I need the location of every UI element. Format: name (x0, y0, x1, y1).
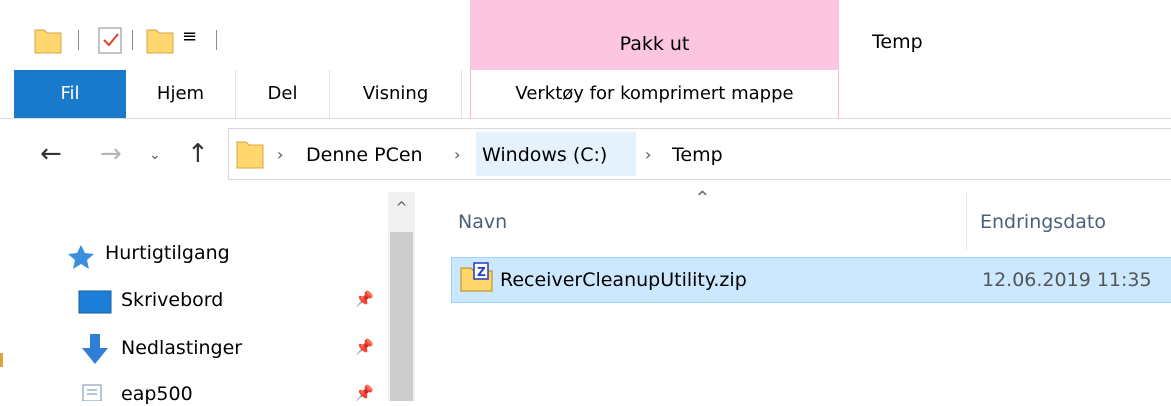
back-arrow-icon[interactable]: ← (40, 140, 62, 168)
nav-item-eap500[interactable]: eap500 (121, 382, 193, 406)
column-header-name[interactable]: Navn (458, 210, 507, 234)
folder-icon[interactable] (34, 26, 62, 54)
window-edge-marker (0, 353, 3, 367)
customize-dropdown-icon[interactable]: ≡ (182, 28, 197, 46)
sort-ascending-icon: ⌃ (694, 186, 711, 210)
nav-item-quick-access[interactable]: Hurtigtilgang (105, 241, 230, 265)
up-arrow-icon[interactable]: ↑ (187, 140, 209, 168)
forward-arrow-icon[interactable]: → (100, 140, 122, 168)
tab-file[interactable]: Fil (14, 70, 126, 118)
tab-compressed-folder-tools[interactable]: Verktøy for komprimert mappe (470, 70, 839, 118)
tab-home[interactable]: Hjem (126, 70, 236, 118)
scroll-up-arrow-icon[interactable]: ^ (388, 200, 415, 216)
toolbar-separator (78, 30, 79, 50)
tab-share[interactable]: Del (236, 70, 330, 118)
nav-item-downloads[interactable]: Nedlastinger (121, 336, 242, 360)
properties-icon[interactable] (98, 25, 124, 55)
file-modified-date: 12.06.2019 11:35 (982, 269, 1152, 291)
breadcrumb-temp[interactable]: Temp (672, 143, 723, 167)
zip-folder-icon: Z (460, 262, 493, 292)
tab-view[interactable]: Visning (330, 70, 462, 118)
breadcrumb-separator[interactable]: › (454, 144, 460, 166)
context-tab-title: Pakk ut (619, 33, 690, 55)
toolbar-separator (216, 30, 217, 50)
svg-text:Z: Z (477, 265, 486, 279)
pin-icon: 📌 (355, 384, 374, 402)
column-header-modified[interactable]: Endringsdato (980, 210, 1106, 234)
pin-icon: 📌 (355, 290, 374, 308)
document-icon (82, 384, 102, 401)
breadcrumb-windows-drive[interactable]: Windows (C:) (482, 143, 607, 167)
window-title: Temp (872, 31, 923, 53)
downloads-icon (82, 334, 108, 364)
breadcrumb-separator[interactable]: › (645, 144, 651, 166)
column-divider[interactable] (966, 192, 967, 250)
folder-icon (236, 141, 264, 169)
pin-icon: 📌 (355, 338, 374, 356)
quick-access-star-icon (68, 245, 94, 269)
breadcrumb-this-pc[interactable]: Denne PCen (306, 143, 423, 167)
file-name[interactable]: ReceiverCleanupUtility.zip (500, 268, 747, 292)
desktop-icon (78, 290, 112, 314)
nav-scrollbar-thumb[interactable] (390, 232, 413, 401)
recent-locations-chevron-icon[interactable]: ⌄ (149, 147, 161, 163)
breadcrumb-separator[interactable]: › (277, 144, 283, 166)
nav-item-desktop[interactable]: Skrivebord (121, 288, 223, 312)
new-folder-icon[interactable] (146, 26, 174, 54)
toolbar-separator (132, 30, 133, 50)
